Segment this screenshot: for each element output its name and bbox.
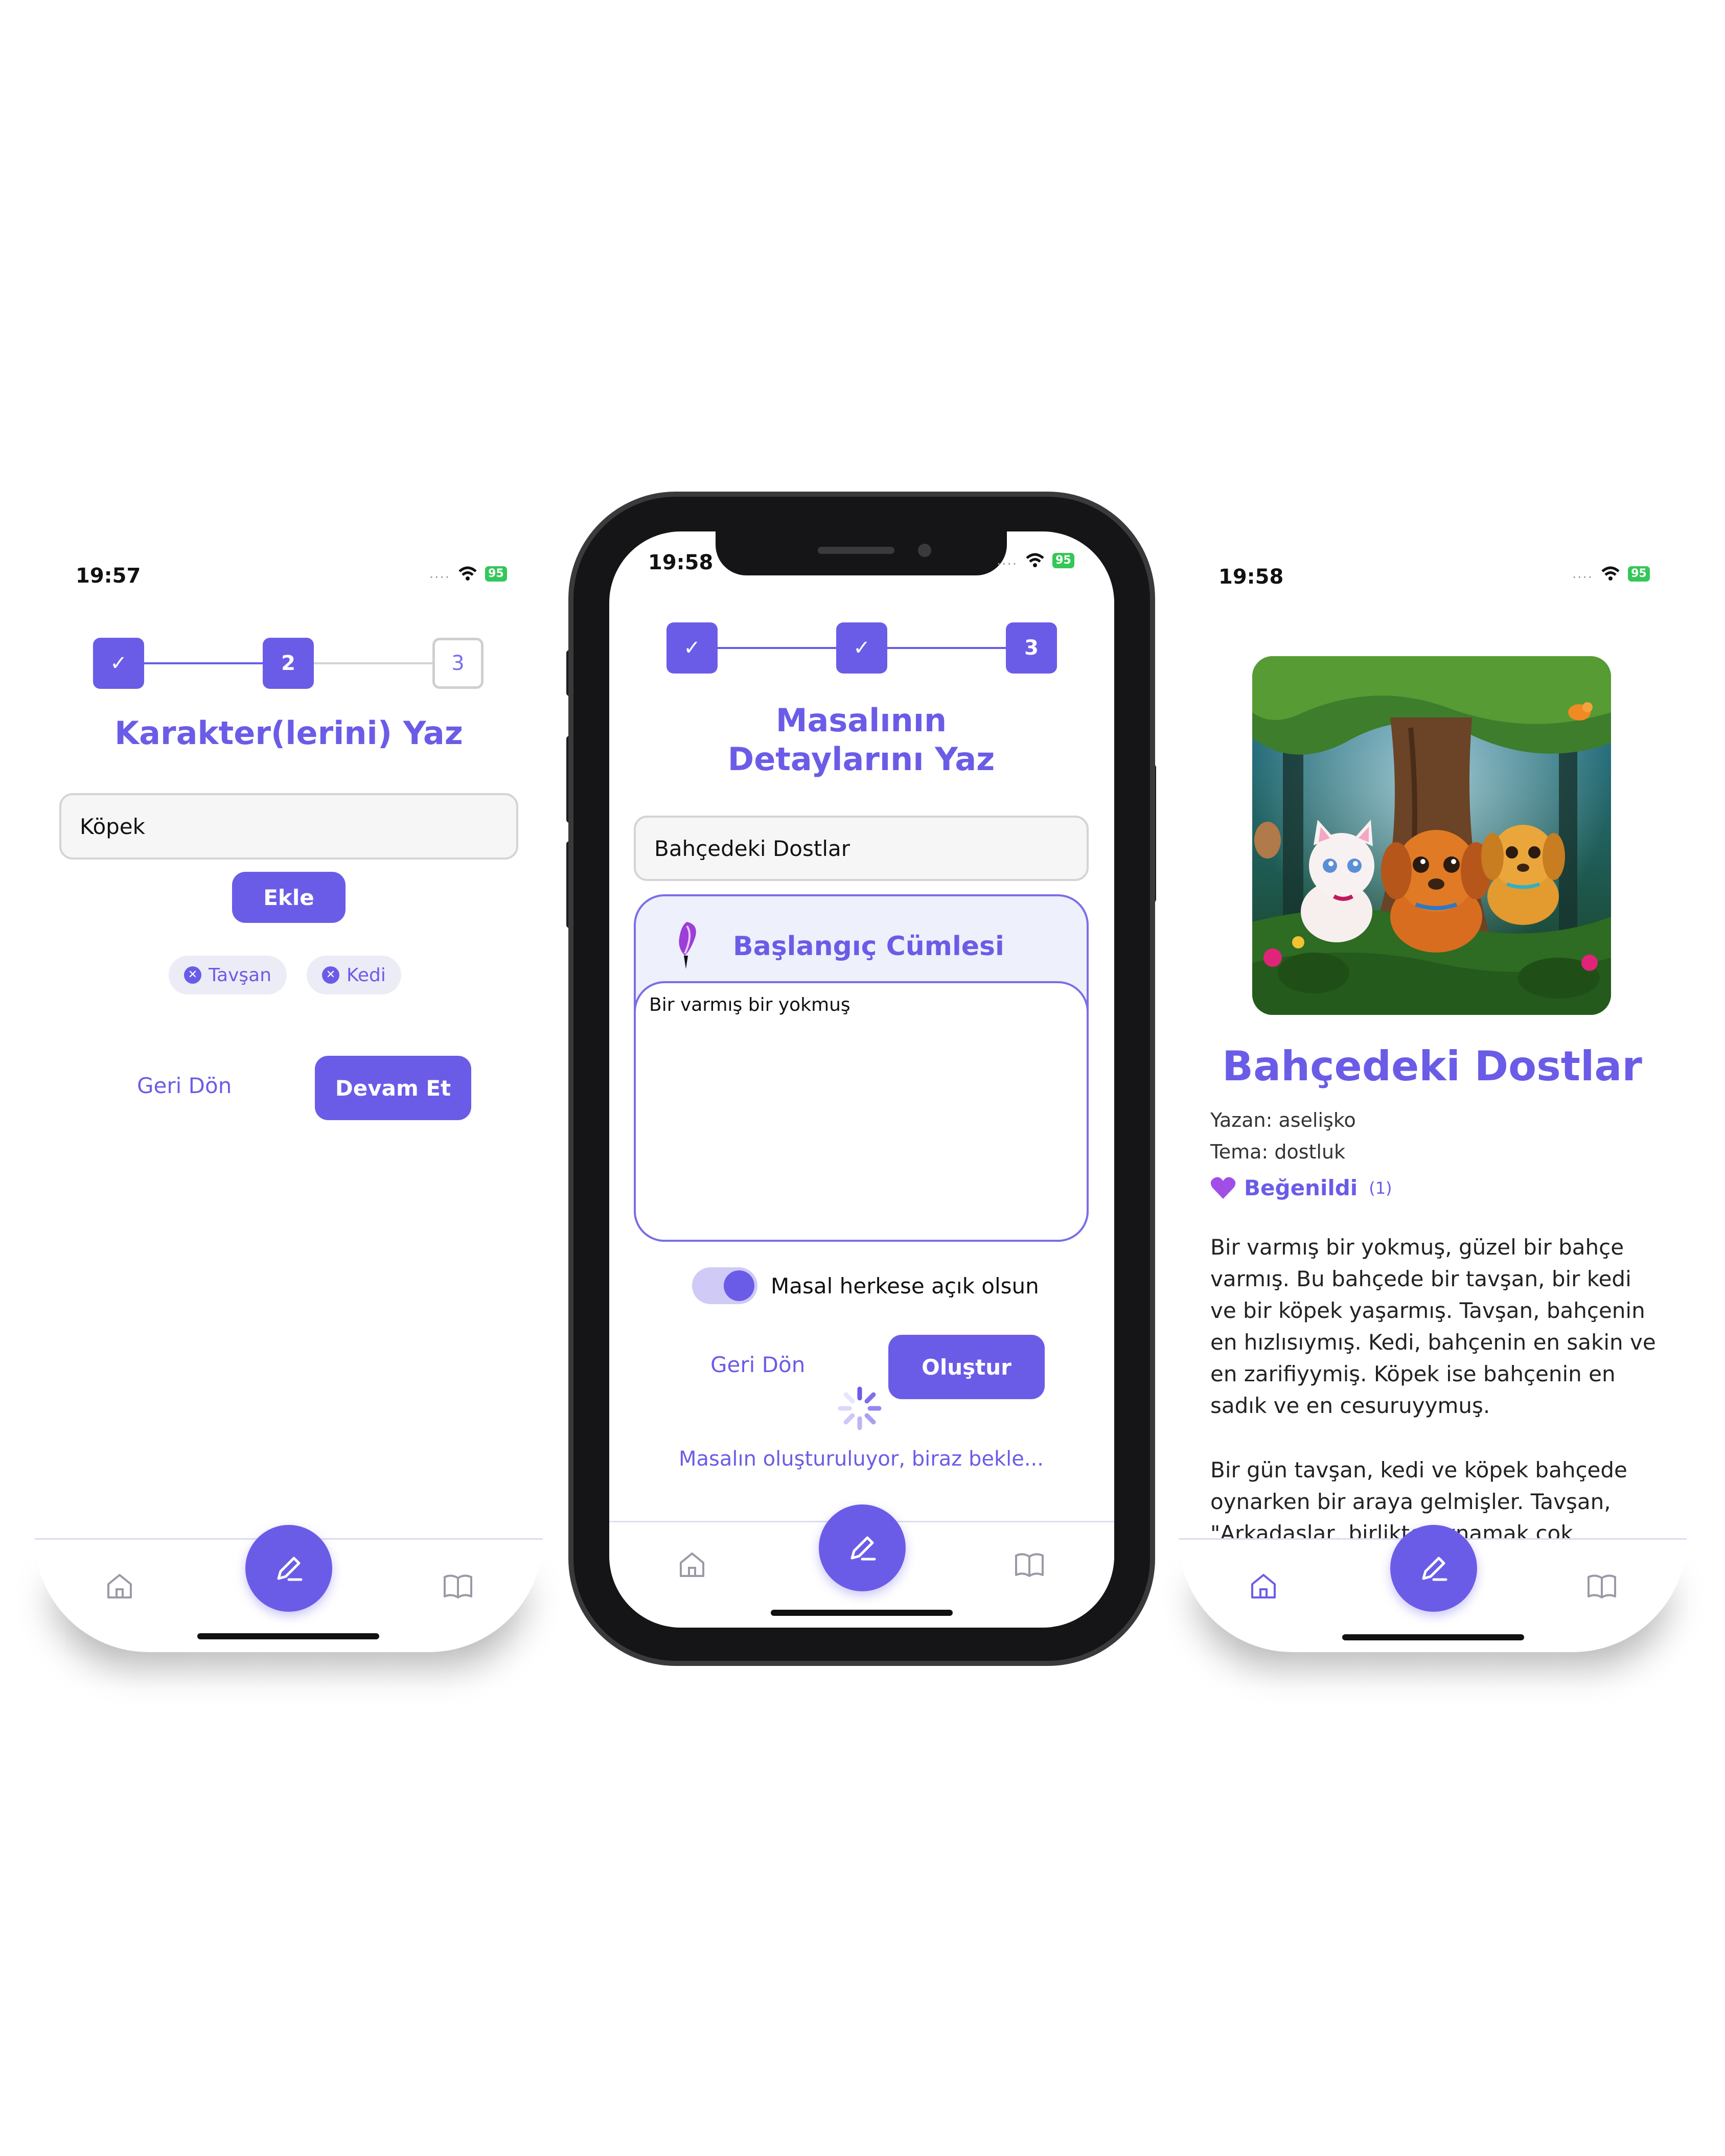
step-1-done: ✓ (666, 622, 718, 674)
pencil-icon (850, 1536, 876, 1561)
stepper-line (887, 647, 1006, 649)
write-story-button[interactable] (819, 1504, 906, 1591)
home-indicator (1342, 1634, 1524, 1640)
story-illustration (1252, 656, 1611, 1015)
status-icons: .... 95 (997, 553, 1074, 568)
stepper-line (314, 662, 432, 664)
status-icons: .... 95 (429, 566, 507, 582)
write-story-button[interactable] (245, 1525, 332, 1612)
camera-icon (918, 544, 931, 557)
wifi-icon (1026, 553, 1044, 567)
heart-icon[interactable] (1210, 1176, 1236, 1200)
opening-sentence-textarea[interactable]: Bir varmış bir yokmuş (634, 981, 1089, 1242)
loading-text: Masalın oluşturuluyor, biraz bekle... (679, 1447, 1044, 1471)
step-1-done: ✓ (93, 638, 144, 689)
create-button[interactable]: Oluştur (888, 1335, 1045, 1399)
status-time: 19:58 (1218, 565, 1284, 589)
remove-icon[interactable]: ✕ (322, 966, 339, 984)
add-button[interactable]: Ekle (232, 872, 346, 923)
character-input[interactable]: Köpek (59, 793, 518, 860)
continue-button[interactable]: Devam Et (315, 1056, 471, 1120)
story-paragraph: Bir varmış bir yokmuş, güzel bir bahçe v… (1210, 1235, 1656, 1418)
character-chip[interactable]: ✕ Tavşan (169, 956, 287, 994)
speaker-grille (818, 547, 894, 554)
story-title: Bahçedeki Dostlar (1222, 1042, 1642, 1090)
like-row[interactable]: Beğenildi (1) (1210, 1175, 1392, 1200)
toggle-knob (724, 1270, 754, 1301)
home-indicator (197, 1633, 379, 1639)
character-chip[interactable]: ✕ Kedi (307, 956, 401, 994)
title-line: Detaylarını Yaz (727, 740, 995, 778)
back-link[interactable]: Geri Dön (710, 1352, 805, 1377)
opening-sentence-text: Bir varmış bir yokmuş (649, 994, 850, 1015)
step-3-active: 3 (1006, 622, 1057, 674)
stepper-line (718, 647, 836, 649)
story-illustration-image (1252, 656, 1611, 1015)
home-icon[interactable] (676, 1548, 708, 1581)
quill-icon (679, 922, 696, 969)
story-author: Yazan: aselişko (1210, 1109, 1356, 1131)
write-story-button[interactable] (1390, 1525, 1477, 1612)
book-icon[interactable] (442, 1570, 474, 1603)
book-icon[interactable] (1585, 1570, 1618, 1603)
back-link[interactable]: Geri Dön (137, 1073, 232, 1098)
title-line: Masalının (775, 702, 947, 739)
pencil-icon (277, 1557, 303, 1581)
opening-sentence-heading: Başlangıç Cümlesi (733, 931, 1004, 962)
step-3-todo: 3 (432, 638, 484, 689)
liked-label: Beğenildi (1244, 1175, 1358, 1200)
like-count: (1) (1369, 1178, 1392, 1198)
page-title: Karakter(lerini) Yaz (114, 714, 463, 752)
remove-icon[interactable]: ✕ (184, 966, 201, 984)
home-icon[interactable] (103, 1570, 136, 1603)
wifi-icon (1601, 566, 1620, 581)
wifi-icon (458, 566, 477, 581)
status-time: 19:57 (76, 564, 141, 588)
public-toggle[interactable] (692, 1267, 757, 1304)
chip-label: Kedi (347, 964, 386, 986)
stepper-line (144, 662, 263, 664)
public-toggle-label: Masal herkese açık olsun (771, 1273, 1039, 1299)
loading-spinner-icon (838, 1386, 882, 1430)
status-icons: .... 95 (1572, 566, 1650, 582)
story-title-input[interactable]: Bahçedeki Dostlar (634, 816, 1089, 881)
page-title: Masalının Detaylarını Yaz (634, 701, 1089, 779)
chip-label: Tavşan (209, 964, 272, 986)
signal-icon: .... (429, 566, 451, 582)
phone-notch (716, 531, 1007, 575)
step-2-active: 2 (263, 638, 314, 689)
story-theme: Tema: dostluk (1210, 1141, 1346, 1163)
home-indicator (771, 1610, 953, 1616)
status-time: 19:58 (648, 551, 714, 574)
home-icon[interactable] (1247, 1570, 1280, 1603)
signal-icon: .... (997, 553, 1018, 568)
pencil-icon (1422, 1557, 1447, 1581)
step-2-done: ✓ (836, 622, 887, 674)
battery-icon: 95 (1052, 553, 1074, 568)
battery-icon: 95 (1628, 566, 1650, 582)
signal-icon: .... (1572, 566, 1594, 582)
book-icon[interactable] (1013, 1548, 1046, 1581)
battery-icon: 95 (485, 566, 507, 582)
